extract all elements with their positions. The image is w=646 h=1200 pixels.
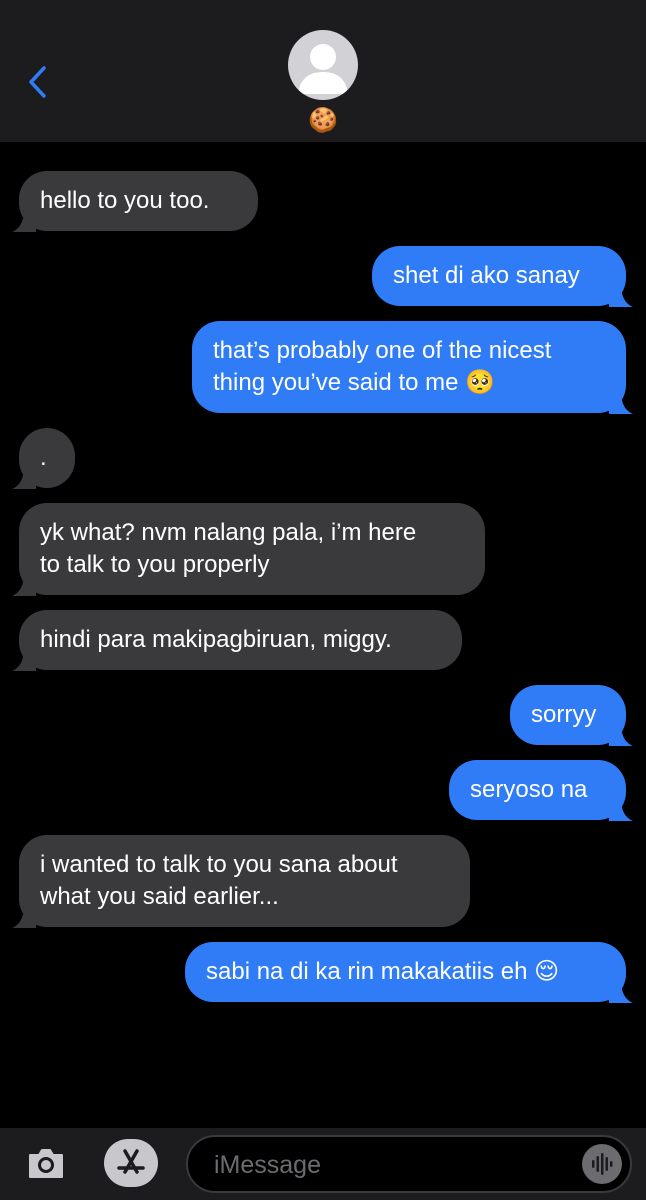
message-bubble-incoming[interactable]: hello to you too. [12, 171, 258, 232]
message-text: yk what? nvm nalang pala, i’m here [40, 519, 417, 546]
message-text: that’s probably one of the nicest [213, 337, 552, 364]
message-bubble-outgoing[interactable]: that’s probably one of the nicest thing … [192, 321, 633, 414]
app-store-button[interactable] [104, 1139, 158, 1187]
message-bubble-outgoing[interactable]: sorryy [510, 685, 633, 746]
message-text: thing you’ve said to me 🥺 [213, 369, 496, 396]
bubble-tail [609, 979, 633, 1003]
message-text: sorryy [531, 701, 597, 728]
message-text: what you said earlier... [40, 883, 279, 910]
message-text: hindi para makipagbiruan, miggy. [40, 626, 392, 653]
bubble-tail [609, 283, 633, 307]
bubble-tail [12, 572, 36, 596]
message-text: i wanted to talk to you sana about [40, 851, 398, 878]
message-text: . [40, 444, 47, 471]
bubble-tail [12, 647, 36, 671]
person-icon [298, 44, 348, 94]
message-text: to talk to you properly [40, 551, 270, 578]
audio-record-button[interactable] [582, 1144, 622, 1184]
contact-avatar[interactable] [288, 30, 358, 100]
message-bubble-outgoing[interactable]: seryoso na [449, 760, 633, 821]
bubble-tail [609, 390, 633, 414]
message-bubble-outgoing[interactable]: shet di ako sanay [372, 246, 633, 307]
bubble-tail [12, 208, 36, 232]
message-text: shet di ako sanay [393, 262, 580, 289]
message-text: sabi na di ka rin makakatiis eh 😌 [206, 958, 560, 985]
message-text: seryoso na [470, 776, 588, 803]
camera-button[interactable] [26, 1143, 66, 1183]
message-bubble-outgoing[interactable]: sabi na di ka rin makakatiis eh 😌 [185, 942, 633, 1003]
bubble-tail [12, 904, 36, 928]
message-input[interactable] [214, 1149, 574, 1181]
message-text: hello to you too. [40, 187, 210, 214]
message-bubble-incoming[interactable]: hindi para makipagbiruan, miggy. [12, 610, 462, 671]
composer-bar [0, 1128, 646, 1200]
bubble-tail [12, 465, 36, 489]
chevron-left-icon [29, 66, 46, 98]
message-input-field[interactable] [186, 1135, 632, 1193]
contact-name[interactable]: 🍪 [0, 107, 646, 135]
app-store-icon [117, 1149, 145, 1174]
back-button[interactable] [24, 62, 56, 102]
message-bubble-incoming[interactable]: yk what? nvm nalang pala, i’m here to ta… [12, 503, 485, 596]
camera-icon [29, 1149, 63, 1178]
bubble-tail [609, 797, 633, 821]
conversation-header: 🍪 [0, 0, 646, 142]
audio-waveform-icon [592, 1153, 613, 1175]
message-bubble-incoming[interactable]: . [12, 428, 75, 489]
message-bubble-incoming[interactable]: i wanted to talk to you sana about what … [12, 835, 470, 928]
bubble-tail [609, 722, 633, 746]
